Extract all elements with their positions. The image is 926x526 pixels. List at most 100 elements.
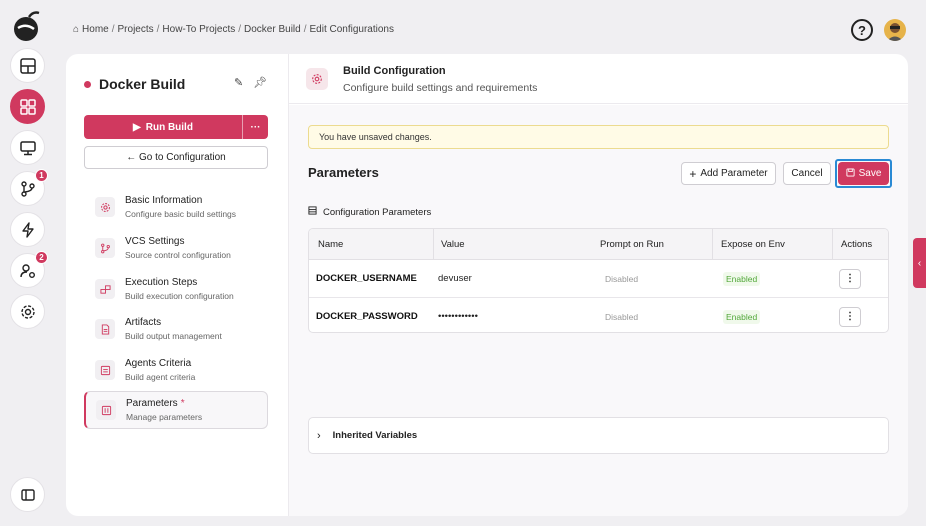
add-parameter-button[interactable]: + Add Parameter [681, 162, 776, 185]
sidebar-item-description: Build output management [125, 331, 222, 341]
run-build-button[interactable]: ▶ Run Build [84, 115, 243, 139]
breadcrumb-docker-build[interactable]: Docker Build [244, 24, 301, 35]
sidebar-item-agents-criteria[interactable]: Agents Criteria Build agent criteria [84, 351, 268, 389]
breadcrumb-home[interactable]: Home [82, 24, 109, 35]
go-to-configuration-button[interactable]: ← Go to Configuration [84, 146, 268, 169]
row-actions-cell: ⋮ [839, 298, 861, 332]
column-header-actions: Actions [832, 229, 872, 260]
sidebar-panel-icon [20, 488, 35, 501]
sidebar-item-label: Basic Information [125, 195, 203, 206]
status-badge: Enabled [723, 309, 761, 324]
inherited-variables-label: Inherited Variables [332, 430, 418, 441]
monitor-button[interactable] [10, 130, 45, 165]
config-title: Docker Build [84, 76, 185, 92]
agents-button[interactable]: 2 [10, 251, 48, 288]
sidebar-item-label: Agents Criteria [125, 358, 192, 369]
save-button[interactable]: Save [838, 162, 889, 185]
dashboard-icon [19, 57, 36, 74]
breadcrumb-howto-projects[interactable]: How-To Projects [162, 24, 235, 35]
required-marker: * [180, 398, 185, 409]
monitor-icon [19, 140, 36, 155]
toggle-sidebar-button[interactable] [10, 477, 45, 512]
user-gear-icon [19, 263, 35, 278]
table-header: Name Value Prompt on Run Expose on Env A… [309, 229, 888, 260]
breadcrumb-current: Edit Configurations [309, 24, 395, 35]
table-row[interactable]: DOCKER_USERNAME devuser Disabled Enabled… [309, 260, 888, 297]
branch-icon [95, 238, 115, 258]
column-header-expose[interactable]: Expose on Env [712, 229, 785, 260]
avatar[interactable] [884, 19, 906, 41]
page-subtitle: Configure build settings and requirement… [343, 82, 538, 94]
inherited-variables-toggle[interactable]: › Inherited Variables [308, 417, 889, 454]
pin-icon[interactable]: 📌︎ [253, 76, 267, 89]
save-button-focus-ring: Save [835, 159, 892, 188]
run-build-button-group: ▶ Run Build ··· [84, 115, 268, 139]
home-icon: ⌂ [73, 24, 80, 35]
cancel-button[interactable]: Cancel [783, 162, 831, 185]
parameters-table: Name Value Prompt on Run Expose on Env A… [308, 228, 889, 333]
settings-button[interactable] [10, 294, 45, 329]
parameter-value: devuser [438, 273, 472, 284]
parameter-value: •••••••••••• [438, 311, 478, 322]
expose-status: Enabled [723, 298, 761, 332]
prompt-status: Disabled [605, 311, 639, 322]
help-icon[interactable]: ? [851, 19, 873, 41]
parameter-name: DOCKER_PASSWORD [316, 311, 418, 322]
content-header: Build Configuration Configure build sett… [289, 54, 908, 104]
config-title-tools: ✎ 📌︎ [234, 76, 267, 89]
config-title-text: Docker Build [99, 76, 186, 92]
sidebar-item-vcs-settings[interactable]: VCS Settings Source control configuration [84, 229, 268, 267]
parameters-label: Parameters [126, 398, 178, 409]
sidebar-item-execution-steps[interactable]: Execution Steps Build execution configura… [84, 270, 268, 308]
sidebar-item-description: Build agent criteria [125, 372, 196, 382]
sidebar-item-parameters[interactable]: Parameters * Manage parameters [84, 391, 268, 429]
status-dot [84, 80, 91, 88]
params-icon [96, 400, 116, 420]
right-drawer-toggle[interactable]: ‹ [913, 238, 926, 288]
chevron-left-icon: ‹ [917, 257, 922, 269]
row-actions-button[interactable]: ⋮ [839, 268, 861, 289]
sidebar-item-artifacts[interactable]: Artifacts Build output management [84, 310, 268, 348]
sidebar-item-description: Source control configuration [125, 250, 231, 260]
configuration-parameters-label: Configuration Parameters [323, 206, 432, 218]
config-sidebar: Docker Build ✎ 📌︎ ▶ Run Build ··· ← Go t… [66, 54, 289, 516]
sidebar-item-basic-information[interactable]: Basic Information Configure basic build s… [84, 188, 268, 226]
projects-button[interactable] [10, 89, 45, 124]
steps-icon [95, 279, 115, 299]
row-actions-button[interactable]: ⋮ [839, 306, 861, 327]
sidebar-item-description: Configure basic build settings [125, 209, 237, 219]
table-icon [308, 206, 317, 218]
save-label: Save [858, 168, 882, 179]
sidebar-item-label: Execution Steps [125, 277, 198, 288]
expose-status: Enabled [723, 260, 761, 297]
run-build-label: Run Build [145, 121, 193, 133]
configuration-parameters-heading: Configuration Parameters [308, 206, 431, 218]
vcs-button[interactable]: 1 [10, 169, 48, 206]
table-row[interactable]: DOCKER_PASSWORD •••••••••••• Disabled En… [309, 297, 888, 332]
app-logo-icon[interactable] [11, 9, 43, 43]
prompt-status: Disabled [605, 273, 639, 284]
column-header-name[interactable]: Name [318, 229, 343, 260]
triggers-button[interactable] [10, 212, 45, 247]
run-options-button[interactable]: ··· [243, 115, 268, 139]
chevron-right-icon: › [317, 429, 321, 442]
column-header-value[interactable]: Value [433, 229, 465, 260]
edit-icon[interactable]: ✎ [234, 76, 243, 89]
parameters-panel: You have unsaved changes. Parameters + A… [289, 105, 908, 516]
column-header-prompt[interactable]: Prompt on Run [600, 229, 664, 260]
breadcrumb-projects[interactable]: Projects [118, 24, 154, 35]
branch-icon [20, 180, 35, 197]
row-actions-cell: ⋮ [839, 260, 861, 297]
status-badge: Enabled [723, 271, 761, 286]
agent-icon [95, 360, 115, 380]
add-parameter-label: Add Parameter [700, 168, 768, 179]
dashboard-button[interactable] [10, 48, 45, 83]
sidebar-item-label: VCS Settings [125, 236, 185, 247]
play-icon: ▶ [133, 121, 141, 133]
plus-icon: + [689, 166, 697, 181]
sidebar-item-label: Parameters * [126, 398, 202, 409]
app-rail: 1 2 [0, 0, 54, 526]
gear-icon [20, 304, 35, 319]
parameter-name: DOCKER_USERNAME [316, 273, 417, 284]
unsaved-changes-alert: You have unsaved changes. [308, 125, 889, 149]
